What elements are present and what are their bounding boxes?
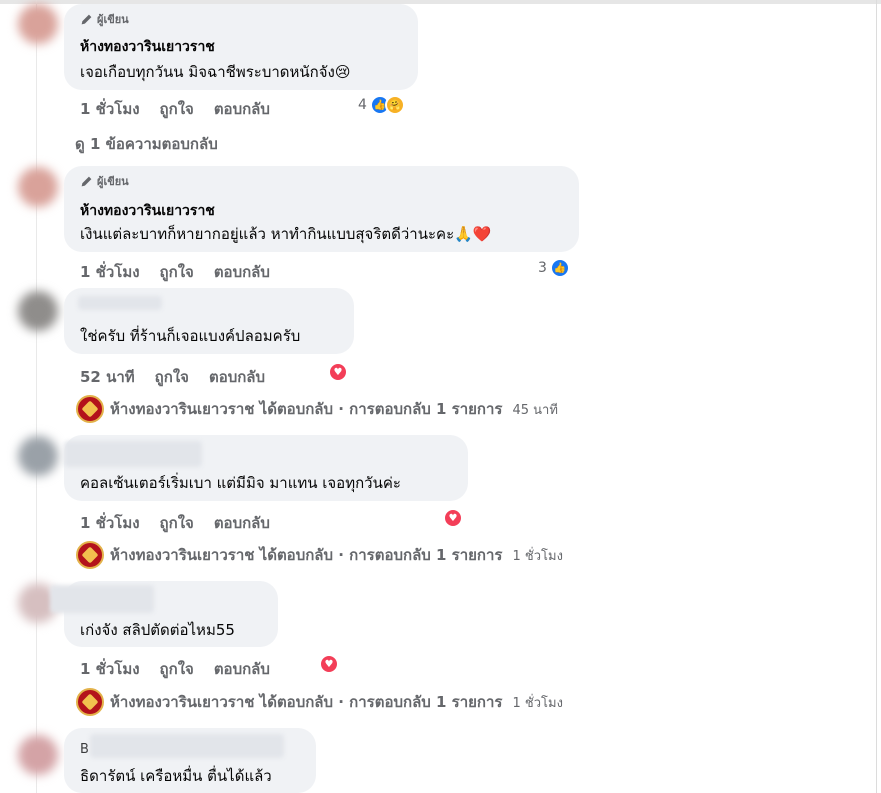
- reaction-count: 4: [358, 97, 367, 113]
- reactions[interactable]: ♥: [328, 362, 348, 382]
- like-button[interactable]: ถูกใจ: [160, 657, 194, 681]
- comment-actions: 52 นาที ถูกใจ ตอบกลับ: [80, 365, 265, 389]
- reactions[interactable]: ♥: [443, 508, 463, 528]
- comment-time[interactable]: 1 ชั่วโมง: [80, 97, 140, 121]
- logo-emblem: [81, 693, 99, 711]
- thread-line: [36, 0, 37, 793]
- reply-summary-text: ห้างทองวารินเยาวราช ได้ตอบกลับ · การตอบก…: [110, 693, 503, 711]
- love-icon: ♥: [328, 362, 348, 382]
- comment-actions: 1 ชั่วโมง ถูกใจ ตอบกลับ: [80, 97, 270, 121]
- comment-time[interactable]: 52 นาที: [80, 365, 135, 389]
- comment-bubble: คอลเซ้นเตอร์เริ่มเบา แต่มีมิจ มาแทน เจอท…: [64, 435, 468, 501]
- reply-summary-time: 1 ชั่วโมง: [512, 548, 563, 564]
- comment-actions: 1 ชั่วโมง ถูกใจ ตอบกลับ: [80, 511, 270, 535]
- avatar[interactable]: [18, 167, 58, 207]
- commenter-name-prefix: B: [80, 742, 89, 757]
- like-button[interactable]: ถูกใจ: [155, 365, 189, 389]
- reply-button[interactable]: ตอบกลับ: [214, 260, 270, 284]
- view-replies-link[interactable]: ดู 1 ข้อความตอบกลับ: [75, 132, 218, 156]
- reply-summary-time: 45 นาที: [512, 402, 558, 418]
- page-logo-avatar: [76, 688, 104, 716]
- comment-text: เก่งจัง สลิปตัดต่อไหม55: [80, 621, 235, 639]
- comment-bubble: ผู้เขียน ห้างทองวารินเยาวราช เจอเกือบทุก…: [64, 4, 418, 90]
- comment-time[interactable]: 1 ชั่วโมง: [80, 511, 140, 535]
- comment-actions: 1 ชั่วโมง ถูกใจ ตอบกลับ: [80, 657, 270, 681]
- commenter-name-redacted[interactable]: [64, 441, 202, 467]
- like-button[interactable]: ถูกใจ: [160, 260, 194, 284]
- reactions[interactable]: ♥: [319, 654, 339, 674]
- comment-bubble: เก่งจัง สลิปตัดต่อไหม55: [50, 581, 278, 647]
- logo-emblem: [81, 400, 99, 418]
- comment-text: ธิดารัตน์ เครือหมื่น ตื่นได้แล้ว: [80, 767, 272, 785]
- window-right-edge: [876, 0, 877, 793]
- reaction-count: 3: [538, 260, 547, 276]
- page-logo-avatar: [76, 395, 104, 423]
- pencil-icon: [81, 176, 92, 186]
- pencil-icon: [81, 14, 92, 24]
- avatar[interactable]: [18, 735, 58, 775]
- like-button[interactable]: ถูกใจ: [160, 97, 194, 121]
- commenter-name[interactable]: ห้างทองวารินเยาวราช: [80, 200, 215, 222]
- reply-summary-time: 1 ชั่วโมง: [512, 695, 563, 711]
- reply-summary[interactable]: ห้างทองวารินเยาวราช ได้ตอบกลับ · การตอบก…: [76, 541, 563, 569]
- like-icon: 👍: [549, 258, 570, 278]
- comment-time[interactable]: 1 ชั่วโมง: [80, 260, 140, 284]
- comment-bubble: B ธิดารัตน์ เครือหมื่น ตื่นได้แล้ว: [64, 728, 316, 793]
- reply-summary[interactable]: ห้างทองวารินเยาวราช ได้ตอบกลับ · การตอบก…: [76, 395, 558, 423]
- commenter-name[interactable]: ห้างทองวารินเยาวราช: [80, 36, 215, 58]
- comment-text: เจอเกือบทุกวันน มิจฉาชีพระบาดหนักจัง😢: [80, 63, 351, 81]
- author-badge: ผู้เขียน: [80, 174, 129, 188]
- reply-button[interactable]: ตอบกลับ: [214, 657, 270, 681]
- comment-actions: 1 ชั่วโมง ถูกใจ ตอบกลับ: [80, 260, 270, 284]
- comment-text: เงินแต่ละบาทก็หายากอยู่แล้ว หาทำกินแบบสุ…: [80, 225, 492, 243]
- comment-bubble: ผู้เขียน ห้างทองวารินเยาวราช เงินแต่ละบา…: [64, 166, 579, 252]
- reply-button[interactable]: ตอบกลับ: [214, 511, 270, 535]
- logo-emblem: [81, 546, 99, 564]
- love-icon: ♥: [443, 508, 463, 528]
- author-badge-label: ผู้เขียน: [97, 13, 129, 26]
- commenter-name-redacted[interactable]: [50, 585, 154, 613]
- reactions[interactable]: 4 👍 🤗: [358, 95, 405, 115]
- comment-time[interactable]: 1 ชั่วโมง: [80, 657, 140, 681]
- reply-summary-text: ห้างทองวารินเยาวราช ได้ตอบกลับ · การตอบก…: [110, 546, 503, 564]
- care-icon: 🤗: [384, 95, 405, 115]
- author-badge: ผู้เขียน: [80, 12, 129, 26]
- author-badge-label: ผู้เขียน: [97, 175, 129, 188]
- reply-summary[interactable]: ห้างทองวารินเยาวราช ได้ตอบกลับ · การตอบก…: [76, 688, 563, 716]
- reply-button[interactable]: ตอบกลับ: [214, 97, 270, 121]
- reply-summary-text: ห้างทองวารินเยาวราช ได้ตอบกลับ · การตอบก…: [110, 400, 503, 418]
- comment-text: คอลเซ้นเตอร์เริ่มเบา แต่มีมิจ มาแทน เจอท…: [80, 474, 401, 492]
- commenter-name-redacted[interactable]: [90, 734, 284, 758]
- avatar[interactable]: [18, 4, 58, 44]
- reactions[interactable]: 3 👍: [538, 258, 570, 278]
- comment-text: ใช่ครับ ที่ร้านก็เจอแบงค์ปลอมครับ: [80, 327, 301, 345]
- page-logo-avatar: [76, 541, 104, 569]
- avatar[interactable]: [18, 291, 58, 331]
- like-button[interactable]: ถูกใจ: [160, 511, 194, 535]
- reply-button[interactable]: ตอบกลับ: [209, 365, 265, 389]
- comment-bubble: ใช่ครับ ที่ร้านก็เจอแบงค์ปลอมครับ: [64, 288, 354, 354]
- love-icon: ♥: [319, 654, 339, 674]
- avatar[interactable]: [18, 436, 58, 476]
- commenter-name-redacted[interactable]: [78, 296, 162, 310]
